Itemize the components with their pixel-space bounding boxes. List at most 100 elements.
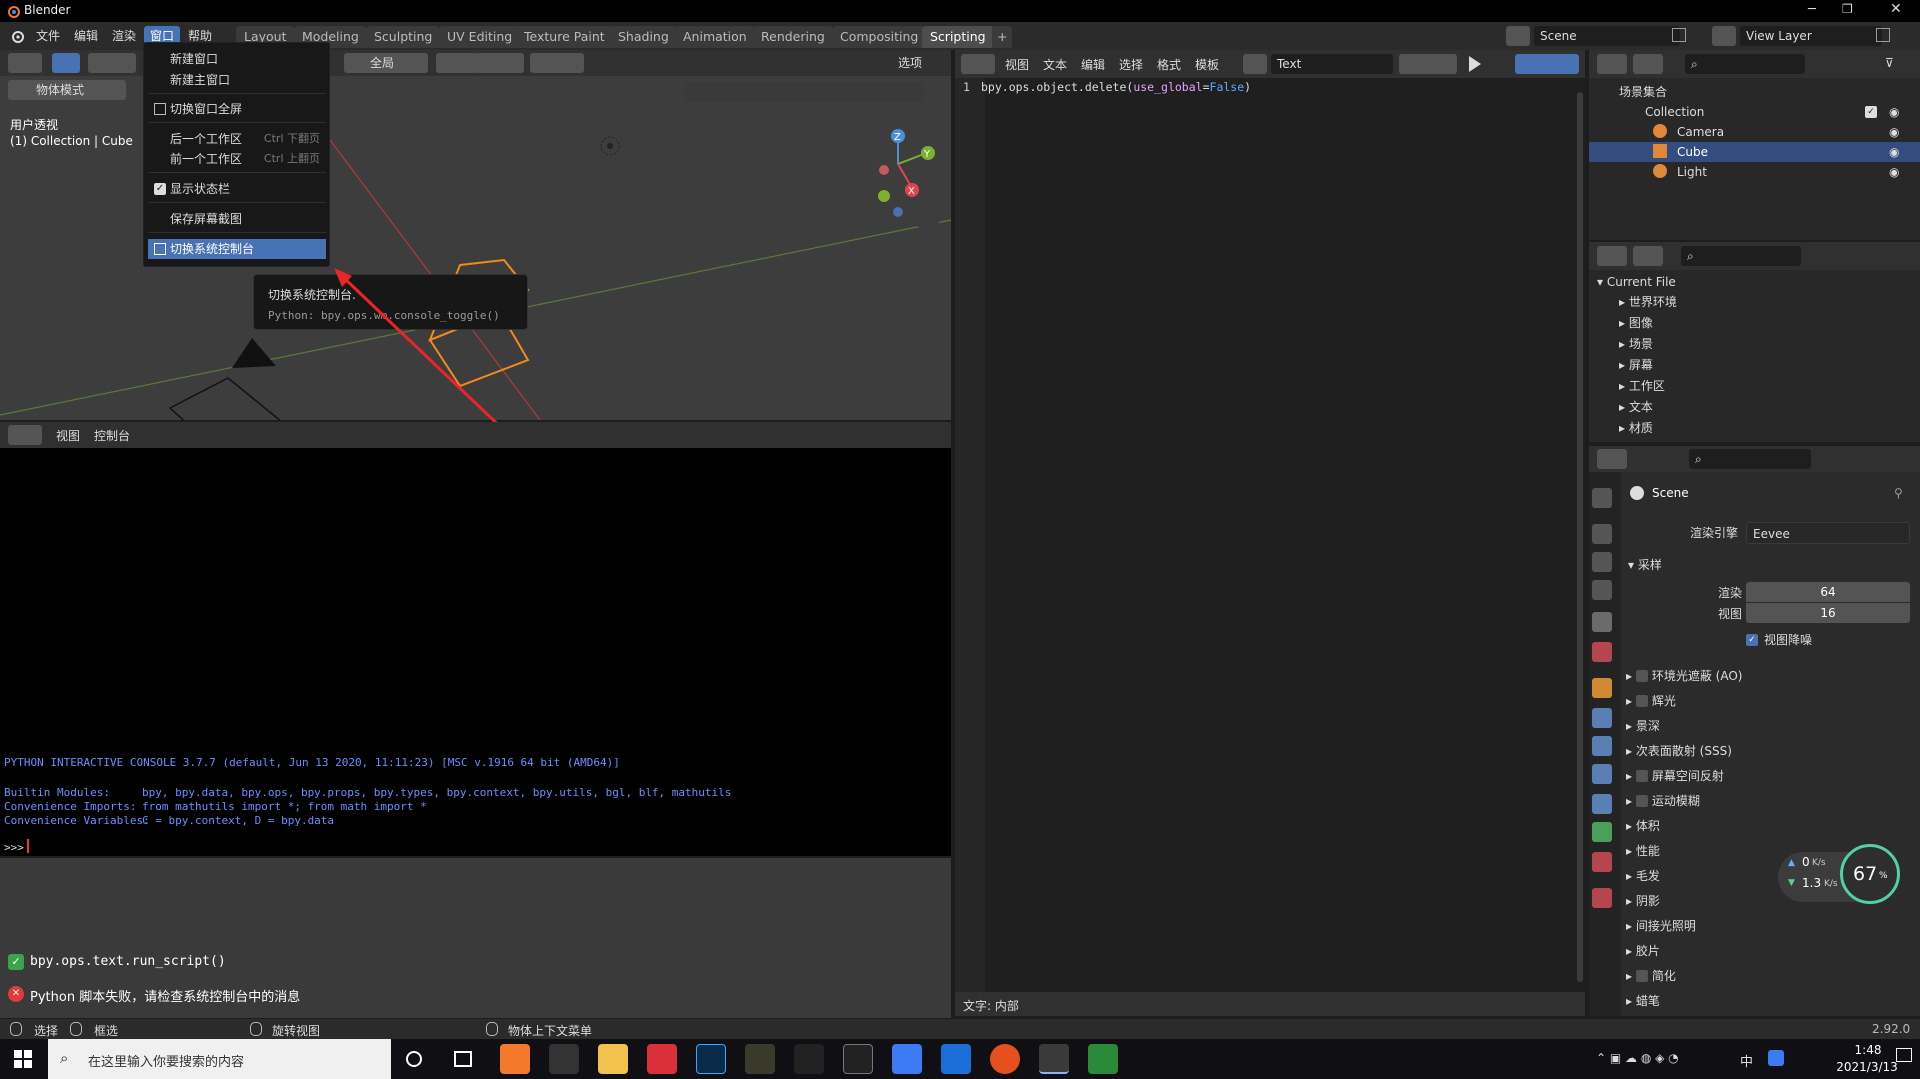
menu-item-toggle-fullscreen[interactable]: 切换窗口全屏 xyxy=(148,99,326,119)
particles-tab-icon[interactable] xyxy=(1592,736,1612,756)
scene-field[interactable]: Scene xyxy=(1534,26,1680,46)
outliner-collection[interactable]: Collection ✓ ◉ xyxy=(1619,102,1919,122)
menu-item-show-status-bar[interactable]: ✓ 显示状态栏 xyxy=(148,179,326,199)
zoom-icon[interactable] xyxy=(914,204,940,230)
new-scene-icon[interactable] xyxy=(1672,28,1686,42)
outliner-item-cube[interactable]: Cube ◉ xyxy=(1589,142,1920,162)
eye-icon[interactable]: ◉ xyxy=(1889,142,1899,162)
tab-shading[interactable]: Shading xyxy=(610,26,677,48)
tab-uv-editing[interactable]: UV Editing xyxy=(439,26,521,48)
display-mode-icon[interactable] xyxy=(1633,54,1663,74)
clock-date[interactable]: 2021/3/13 xyxy=(1822,1060,1912,1074)
photoshop-icon[interactable] xyxy=(696,1044,726,1074)
menu-item-new-main-window[interactable]: 新建主窗口 xyxy=(148,70,326,90)
tab-rendering[interactable]: Rendering xyxy=(753,26,833,48)
object-tab-icon[interactable] xyxy=(1592,678,1612,698)
texture-tab-icon[interactable] xyxy=(1592,888,1612,908)
text-menu-edit[interactable]: 编辑 xyxy=(1081,56,1105,73)
menu-file[interactable]: 文件 xyxy=(30,26,66,46)
console-menu-view[interactable]: 视图 xyxy=(56,427,80,444)
file-view-search[interactable]: ⌕ xyxy=(1681,246,1801,266)
tab-texture-paint[interactable]: Texture Paint xyxy=(516,26,613,48)
menu-item-prev-workspace[interactable]: 前一个工作区 Ctrl 上翻页 xyxy=(148,149,326,169)
datablock-materials[interactable]: ▸ 材质 xyxy=(1619,418,1653,438)
tab-compositing[interactable]: Compositing xyxy=(832,26,927,48)
datablock-scenes[interactable]: ▸ 场景 xyxy=(1619,334,1653,354)
view-layer-field[interactable]: View Layer xyxy=(1740,26,1882,46)
text-editor-type-icon[interactable] xyxy=(961,54,995,74)
text-editor[interactable]: 1 bpy.ops.object.delete(use_global = False… xyxy=(955,78,1585,1016)
render-samples-field[interactable]: 64 xyxy=(1746,582,1910,602)
ime-indicator[interactable]: 中 xyxy=(1740,1051,1753,1070)
datablock-workspaces[interactable]: ▸ 工作区 xyxy=(1619,376,1665,396)
mode-dropdown[interactable]: 物体模式 xyxy=(8,80,126,100)
properties-panel-row[interactable]: ▸ 蜡笔 xyxy=(1626,991,1660,1011)
datablock-world[interactable]: ▸ 世界环境 xyxy=(1619,292,1677,312)
console-menu-console[interactable]: 控制台 xyxy=(94,427,130,444)
scene-tab-icon[interactable] xyxy=(1592,612,1612,632)
scene-browse-icon[interactable] xyxy=(1506,26,1530,46)
checkbox-checked-icon[interactable]: ✓ xyxy=(1746,634,1758,646)
text-file-buttons[interactable] xyxy=(1399,54,1457,74)
panel-enable-checkbox[interactable] xyxy=(1635,695,1648,707)
panel-enable-checkbox[interactable] xyxy=(1635,770,1648,782)
checkbox-checked-icon[interactable]: ✓ xyxy=(1865,106,1877,118)
properties-panel-row[interactable]: ▸ 环境光遮蔽 (AO) xyxy=(1626,666,1742,686)
properties-panel-row[interactable]: ▸ 简化 xyxy=(1626,966,1676,986)
cortana-icon[interactable] xyxy=(406,1051,422,1067)
text-scrollbar[interactable] xyxy=(1577,92,1583,982)
physics-tab-icon[interactable] xyxy=(1592,764,1612,784)
tab-animation[interactable]: Animation xyxy=(675,26,755,48)
close-icon[interactable]: ✕ xyxy=(1890,1,1902,17)
outliner-scene-collection[interactable]: 场景集合 xyxy=(1619,82,1667,102)
add-workspace-button[interactable]: + xyxy=(992,26,1013,48)
properties-panel-row[interactable]: ▸ 屏幕空间反射 xyxy=(1626,766,1724,786)
menu-item-save-screenshot[interactable]: 保存屏幕截图 xyxy=(148,209,326,229)
pivot-icon[interactable] xyxy=(436,53,476,73)
pin-icon[interactable]: ⚲ xyxy=(1894,486,1903,500)
properties-panel-row[interactable]: ▸ 景深 xyxy=(1626,716,1660,736)
material-tab-icon[interactable] xyxy=(1592,852,1612,872)
notification-icon[interactable] xyxy=(1896,1048,1912,1062)
proportional-edit-icon[interactable] xyxy=(530,53,584,73)
output-tab-icon[interactable] xyxy=(1592,552,1612,572)
sampling-panel[interactable]: ▾ 采样 xyxy=(1628,556,1662,573)
constraints-tab-icon[interactable] xyxy=(1592,794,1612,814)
options-button[interactable]: 选项 xyxy=(898,53,922,73)
menu-edit[interactable]: 编辑 xyxy=(68,26,104,46)
eye-icon[interactable]: ◉ xyxy=(1889,122,1899,142)
notepad-icon[interactable] xyxy=(1088,1044,1118,1074)
filter-icon[interactable]: ⊽ xyxy=(1885,56,1894,70)
menu-render[interactable]: 渲染 xyxy=(106,26,142,46)
text-filename-field[interactable]: Text xyxy=(1271,54,1393,74)
properties-panel-row[interactable]: ▸ 运动模糊 xyxy=(1626,791,1700,811)
datablock-images[interactable]: ▸ 图像 xyxy=(1619,313,1653,333)
ortho-grid-icon[interactable] xyxy=(914,300,940,326)
text-menu-text[interactable]: 文本 xyxy=(1043,56,1067,73)
properties-panel-row[interactable]: ▸ 次表面散射 (SSS) xyxy=(1626,741,1732,761)
properties-panel-row[interactable]: ▸ 体积 xyxy=(1626,816,1660,836)
minimize-icon[interactable]: ─ xyxy=(1808,2,1816,17)
run-script-icon[interactable] xyxy=(1469,56,1481,72)
properties-panel-row[interactable]: ▸ 胶片 xyxy=(1626,941,1660,961)
file-view-mode-icon[interactable] xyxy=(1633,246,1663,266)
task-view-icon[interactable] xyxy=(454,1051,472,1067)
clock-time[interactable]: 1:48 xyxy=(1838,1043,1898,1057)
new-view-layer-icon[interactable] xyxy=(1876,28,1890,42)
panel-enable-checkbox[interactable] xyxy=(1635,795,1648,807)
text-menu-format[interactable]: 格式 xyxy=(1157,56,1181,73)
blender-menu-icon[interactable] xyxy=(8,28,26,44)
datablock-texts[interactable]: ▸ 文本 xyxy=(1619,397,1653,417)
outliner[interactable]: ⌕ ⊽ 场景集合 Collection ✓ ◉ Camera ◉ Cube ◉ Li… xyxy=(1589,50,1920,240)
eye-icon[interactable]: ◉ xyxy=(1889,162,1899,182)
outliner-search[interactable]: ⌕ xyxy=(1685,54,1805,74)
app-tray-icon[interactable] xyxy=(1768,1050,1784,1066)
viewport-shading-bar[interactable] xyxy=(684,82,924,102)
text-menu-select[interactable]: 选择 xyxy=(1119,56,1143,73)
text-menu-templates[interactable]: 模板 xyxy=(1195,56,1219,73)
world-tab-icon[interactable] xyxy=(1592,642,1612,662)
blender-file-view[interactable]: ⌕ ▾ Current File ▸ 世界环境 ▸ 图像 ▸ 场景 ▸ 屏幕 ▸… xyxy=(1589,242,1920,442)
python-console[interactable]: PYTHON INTERACTIVE CONSOLE 3.7.7 (defaul… xyxy=(0,448,951,856)
todo-icon[interactable] xyxy=(941,1044,971,1074)
view-layer-tab-icon[interactable] xyxy=(1592,580,1612,600)
